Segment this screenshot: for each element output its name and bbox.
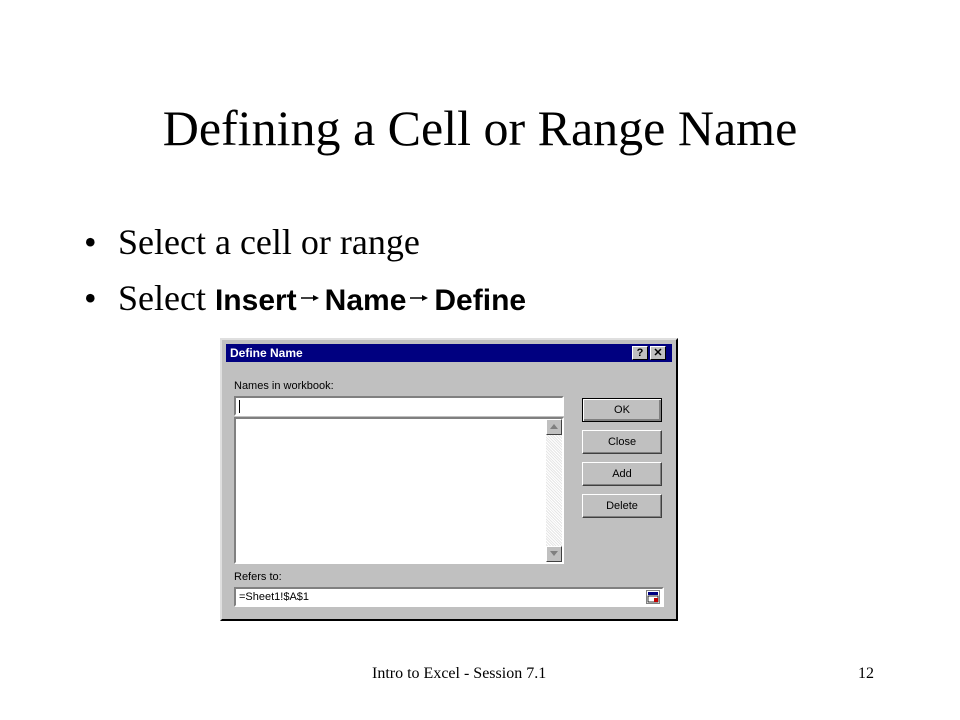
names-in-workbook-label: Names in workbook: bbox=[234, 380, 334, 392]
bullet-list: • Select a cell or range • Select Insert Na… bbox=[84, 218, 526, 330]
close-button[interactable]: Close bbox=[582, 430, 662, 454]
add-button[interactable]: Add bbox=[582, 462, 662, 486]
ok-button[interactable]: OK bbox=[582, 398, 662, 422]
names-list[interactable] bbox=[234, 417, 564, 564]
page-number: 12 bbox=[858, 665, 874, 682]
dialog-titlebar[interactable]: Define Name ? ✕ bbox=[226, 344, 672, 362]
bullet-text: Select a cell or range bbox=[118, 222, 420, 262]
bullet-text: Select bbox=[118, 278, 215, 318]
refers-to-input[interactable]: =Sheet1!$A$1 bbox=[234, 587, 664, 607]
menu-step-name: Name bbox=[324, 284, 407, 317]
names-list-scrollbar[interactable] bbox=[546, 419, 562, 562]
menu-step-insert: Insert bbox=[214, 284, 297, 317]
dialog-title: Define Name bbox=[230, 346, 303, 360]
scroll-up-button[interactable] bbox=[546, 419, 562, 435]
bullet-item-1: • Select a cell or range bbox=[84, 218, 526, 274]
bullet-dot: • bbox=[84, 222, 97, 262]
menu-path: Insert Name Define bbox=[215, 284, 526, 317]
collapse-dialog-icon[interactable] bbox=[646, 590, 660, 604]
right-arrow-icon bbox=[410, 294, 429, 302]
refers-to-value: =Sheet1!$A$1 bbox=[239, 591, 310, 603]
refers-to-label: Refers to: bbox=[234, 571, 282, 583]
close-icon[interactable]: ✕ bbox=[650, 346, 666, 360]
arrow-up-icon bbox=[550, 424, 558, 429]
delete-button[interactable]: Delete bbox=[582, 494, 662, 518]
right-arrow-icon bbox=[300, 294, 319, 302]
arrow-down-icon bbox=[550, 551, 558, 556]
bullet-item-2: • Select Insert Name Define bbox=[84, 274, 526, 330]
text-caret bbox=[239, 400, 240, 413]
menu-step-define: Define bbox=[434, 284, 527, 317]
bullet-dot: • bbox=[84, 278, 97, 318]
slide-title: Defining a Cell or Range Name bbox=[162, 100, 798, 156]
name-input[interactable] bbox=[234, 396, 564, 416]
scroll-down-button[interactable] bbox=[546, 546, 562, 562]
define-name-dialog: Define Name ? ✕ Names in workbook: OK Cl… bbox=[220, 338, 678, 621]
footer-text: Intro to Excel - Session 7.1 bbox=[372, 665, 547, 682]
help-button[interactable]: ? bbox=[632, 346, 648, 360]
